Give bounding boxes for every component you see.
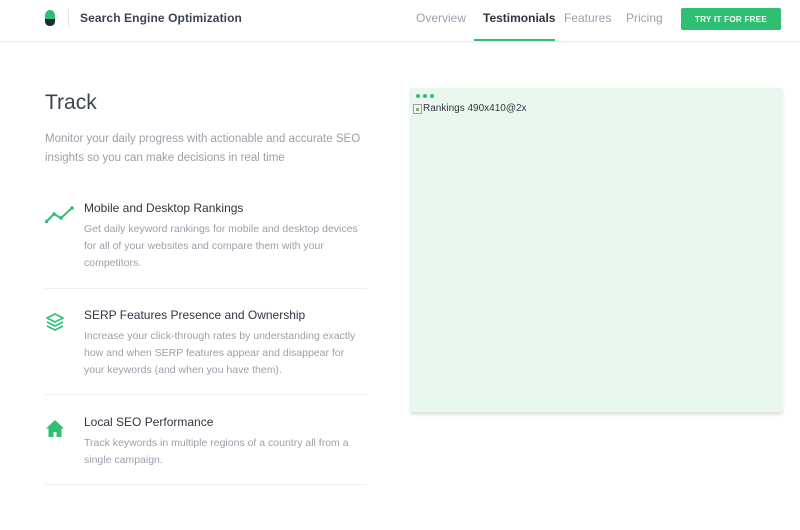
- feature-item-rankings: Mobile and Desktop Rankings Get daily ke…: [45, 201, 367, 289]
- feature-title: Mobile and Desktop Rankings: [84, 201, 244, 215]
- rankings-preview-window: Rankings 490x410@2x: [410, 88, 783, 414]
- section-title: Track: [45, 91, 97, 114]
- broken-image-icon: [413, 103, 422, 114]
- nav-item-testimonials[interactable]: Testimonials: [483, 11, 555, 25]
- feature-description: Track keywords in multiple regions of a …: [84, 437, 349, 466]
- home-icon: [46, 420, 64, 437]
- section-lead: Monitor your daily progress with actiona…: [45, 133, 361, 164]
- layers-icon: [46, 313, 64, 331]
- product-name: Search Engine Optimization: [80, 11, 242, 25]
- trend-line-icon: [45, 206, 74, 224]
- image-alt-text: Rankings 490x410@2x: [423, 103, 527, 114]
- brand-logo-icon[interactable]: [45, 10, 55, 26]
- nav-item-overview[interactable]: Overview: [416, 11, 466, 25]
- feature-item-serp: SERP Features Presence and Ownership Inc…: [45, 308, 367, 395]
- feature-item-local-seo: Local SEO Performance Track keywords in …: [45, 415, 367, 485]
- window-dot-icon: [423, 94, 427, 98]
- feature-title: SERP Features Presence and Ownership: [84, 308, 306, 322]
- rankings-image-placeholder: Rankings 490x410@2x: [413, 103, 527, 114]
- feature-description: Get daily keyword rankings for mobile an…: [84, 223, 358, 269]
- feature-description: Increase your click-through rates by und…: [84, 330, 356, 376]
- nav-item-features[interactable]: Features: [564, 11, 611, 25]
- logo-divider: [68, 9, 69, 27]
- feature-title: Local SEO Performance: [84, 415, 214, 429]
- window-dot-icon: [416, 94, 420, 98]
- try-it-free-button[interactable]: TRY IT FOR FREE: [681, 8, 781, 30]
- nav-item-pricing[interactable]: Pricing: [626, 11, 663, 25]
- top-navigation-bar: Search Engine Optimization Overview Test…: [0, 0, 800, 42]
- window-dot-icon: [430, 94, 434, 98]
- active-nav-underline: [474, 39, 555, 41]
